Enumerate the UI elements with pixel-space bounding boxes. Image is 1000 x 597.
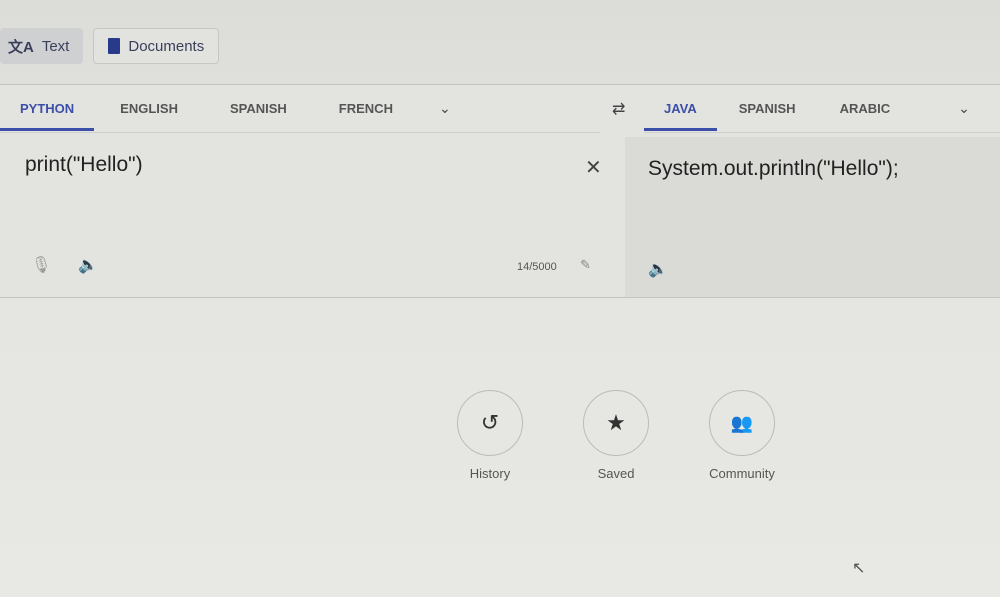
- tab-source-french[interactable]: FRENCH: [313, 85, 419, 133]
- text-mode-label: Text: [41, 37, 70, 55]
- clear-text-icon[interactable]: ✕: [585, 155, 602, 180]
- community-label: Community: [709, 466, 775, 481]
- tab-target-java[interactable]: JAVA: [644, 85, 717, 133]
- document-icon: [108, 38, 121, 54]
- target-language-tabs: JAVA SPANISH ARABIC ⌄: [644, 85, 1000, 133]
- documents-mode-button[interactable]: Documents: [93, 28, 220, 64]
- source-more-languages-chevron-icon[interactable]: ⌄: [419, 100, 471, 117]
- microphone-icon[interactable]: 🎙: [31, 255, 51, 275]
- target-speaker-icon[interactable]: 🔈: [648, 259, 668, 279]
- source-text-input[interactable]: print("Hello"): [25, 153, 143, 177]
- translate-icon: 文A: [8, 38, 34, 56]
- pencil-icon[interactable]: ✎: [580, 257, 591, 273]
- documents-mode-label: Documents: [128, 37, 205, 55]
- tab-source-python[interactable]: PYTHON: [0, 85, 95, 133]
- translation-panel: PYTHON ENGLISH SPANISH FRENCH ⌄ ⇄ JAVA S…: [0, 84, 1000, 298]
- tab-source-english[interactable]: ENGLISH: [94, 85, 204, 133]
- target-more-languages-chevron-icon[interactable]: ⌄: [938, 100, 990, 117]
- tab-target-spanish[interactable]: SPANISH: [717, 85, 818, 133]
- source-language-tabs: PYTHON ENGLISH SPANISH FRENCH ⌄: [0, 85, 600, 133]
- tab-source-spanish[interactable]: SPANISH: [204, 85, 313, 133]
- saved-label: Saved: [597, 466, 635, 481]
- history-icon: ↺: [457, 390, 523, 456]
- community-icon: 👥: [709, 390, 775, 456]
- tab-target-arabic[interactable]: ARABIC: [818, 85, 913, 133]
- mouse-cursor-icon: ↖: [852, 560, 866, 577]
- star-icon: ★: [583, 390, 649, 456]
- community-button[interactable]: 👥 Community: [702, 390, 782, 481]
- mode-bar: 文A Text Documents: [0, 28, 220, 64]
- swap-languages-icon[interactable]: ⇄: [612, 99, 625, 119]
- history-label: History: [469, 466, 511, 481]
- history-button[interactable]: ↺ History: [450, 390, 530, 481]
- text-mode-button[interactable]: 文A Text: [0, 28, 84, 64]
- character-count: 14/5000: [517, 261, 557, 273]
- translation-output: System.out.println("Hello");: [648, 157, 899, 180]
- saved-button[interactable]: ★ Saved: [576, 390, 656, 481]
- source-speaker-icon[interactable]: 🔈: [78, 255, 98, 275]
